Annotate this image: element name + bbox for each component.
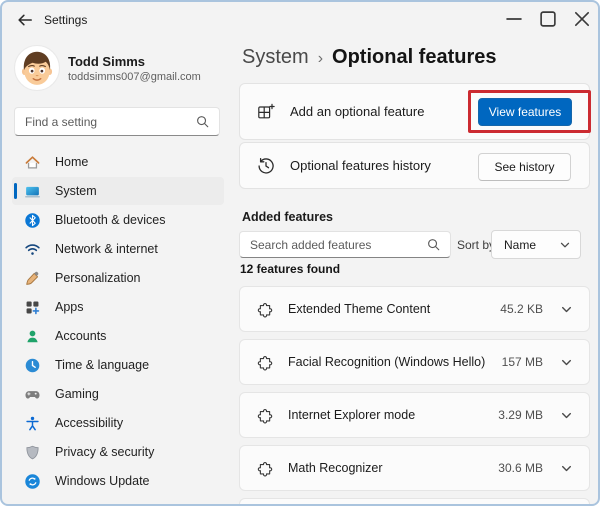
features-count: 12 features found [240,262,341,276]
puzzle-icon [257,407,274,424]
sidebar-item-personalization[interactable]: Personalization [12,264,224,292]
history-icon [256,156,276,176]
see-history-button[interactable]: See history [478,153,571,181]
sidebar-item-label: Network & internet [55,242,158,256]
maximize-icon [540,11,556,27]
puzzle-icon [257,354,274,371]
sidebar-item-home[interactable]: Home [12,148,224,176]
sidebar-item-network-internet[interactable]: Network & internet [12,235,224,263]
sidebar-item-time-language[interactable]: Time & language [12,351,224,379]
sidebar-item-label: Privacy & security [55,445,155,459]
feature-size: 157 MB [501,355,543,369]
apps-icon [24,299,41,316]
shield-icon [24,444,41,461]
page-title: Optional features [332,46,497,68]
feature-row-partial [239,498,590,504]
settings-search [14,107,220,136]
added-features-heading: Added features [242,210,333,224]
close-button[interactable] [567,8,597,30]
sidebar-item-label: Accessibility [55,416,124,430]
chevron-down-icon [559,239,571,251]
user-email: toddsimms007@gmail.com [68,70,201,83]
add-feature-label: Add an optional feature [290,104,425,119]
breadcrumb: System › Optional features [242,46,497,69]
sidebar-item-label: System [55,184,97,198]
sidebar-item-label: Apps [55,300,84,314]
add-optional-feature-card: Add an optional feature View features [239,83,591,140]
feature-size: 3.29 MB [498,408,543,422]
sidebar-item-label: Personalization [55,271,141,285]
sidebar-item-bluetooth-devices[interactable]: Bluetooth & devices [12,206,224,234]
minimize-button[interactable] [499,8,529,30]
back-button[interactable] [16,11,34,29]
search-icon [195,114,210,129]
sort-dropdown-value: Name [504,237,537,252]
features-history-card: Optional features history See history [239,142,590,189]
chevron-down-icon[interactable] [560,356,573,369]
search-icon [426,237,441,252]
feature-size: 45.2 KB [500,302,543,316]
history-label: Optional features history [290,158,431,173]
network-icon [24,241,41,258]
personalization-icon [24,270,41,287]
puzzle-icon [257,460,274,477]
sidebar-item-accounts[interactable]: Accounts [12,322,224,350]
sidebar-item-label: Accounts [55,329,107,343]
avatar [14,45,60,91]
back-arrow-icon [18,14,32,26]
chevron-down-icon[interactable] [560,462,573,475]
sidebar-item-accessibility[interactable]: Accessibility [12,409,224,437]
accounts-icon [24,328,41,345]
user-profile[interactable]: Todd Simms toddsimms007@gmail.com [14,44,224,92]
breadcrumb-chevron-icon: › [317,50,324,67]
home-icon [24,154,41,171]
sidebar-item-gaming[interactable]: Gaming [12,380,224,408]
titlebar: Settings [2,2,598,38]
sidebar-item-windows-update[interactable]: Windows Update [12,467,224,495]
view-features-button[interactable]: View features [478,98,572,126]
sidebar-item-privacy-security[interactable]: Privacy & security [12,438,224,466]
gaming-icon [24,386,41,403]
maximize-button[interactable] [533,8,563,30]
feature-size: 30.6 MB [498,461,543,475]
feature-row-extended-theme-content[interactable]: Extended Theme Content 45.2 KB [239,286,590,332]
feature-name: Math Recognizer [288,461,383,475]
sidebar-item-system[interactable]: System [12,177,224,205]
feature-row-math-recognizer[interactable]: Math Recognizer 30.6 MB [239,445,590,491]
window-title: Settings [44,13,88,27]
bluetooth-icon [24,212,41,229]
add-feature-icon [256,102,276,122]
close-icon [574,11,590,27]
sidebar-nav: Home System Bluetooth & devices Network … [12,148,224,496]
system-icon [24,183,41,200]
puzzle-icon [257,301,274,318]
settings-window: Settings Todd Simms toddsimms007@gmail.c… [0,0,600,506]
added-features-search-input[interactable] [240,237,426,252]
feature-row-facial-recognition[interactable]: Facial Recognition (Windows Hello) 157 M… [239,339,590,385]
sort-dropdown[interactable]: Name [491,230,581,259]
breadcrumb-system[interactable]: System [242,46,309,69]
user-name: Todd Simms [68,53,146,69]
feature-name: Facial Recognition (Windows Hello) [288,355,486,369]
sidebar-item-label: Time & language [55,358,150,372]
minimize-icon [506,18,522,20]
user-meta: Todd Simms toddsimms007@gmail.com [68,54,201,83]
feature-name: Internet Explorer mode [288,408,416,422]
sidebar-item-label: Bluetooth & devices [55,213,166,227]
chevron-down-icon[interactable] [560,409,573,422]
accessibility-icon [24,415,41,432]
windows-update-icon [24,473,41,490]
settings-search-input[interactable] [15,114,195,129]
feature-name: Extended Theme Content [288,302,431,316]
feature-row-internet-explorer-mode[interactable]: Internet Explorer mode 3.29 MB [239,392,590,438]
chevron-down-icon[interactable] [560,303,573,316]
sidebar-item-apps[interactable]: Apps [12,293,224,321]
sidebar-item-label: Gaming [55,387,99,401]
time-language-icon [24,357,41,374]
sidebar-item-label: Home [55,155,89,169]
added-features-search [239,231,451,258]
sidebar-item-label: Windows Update [55,474,150,488]
